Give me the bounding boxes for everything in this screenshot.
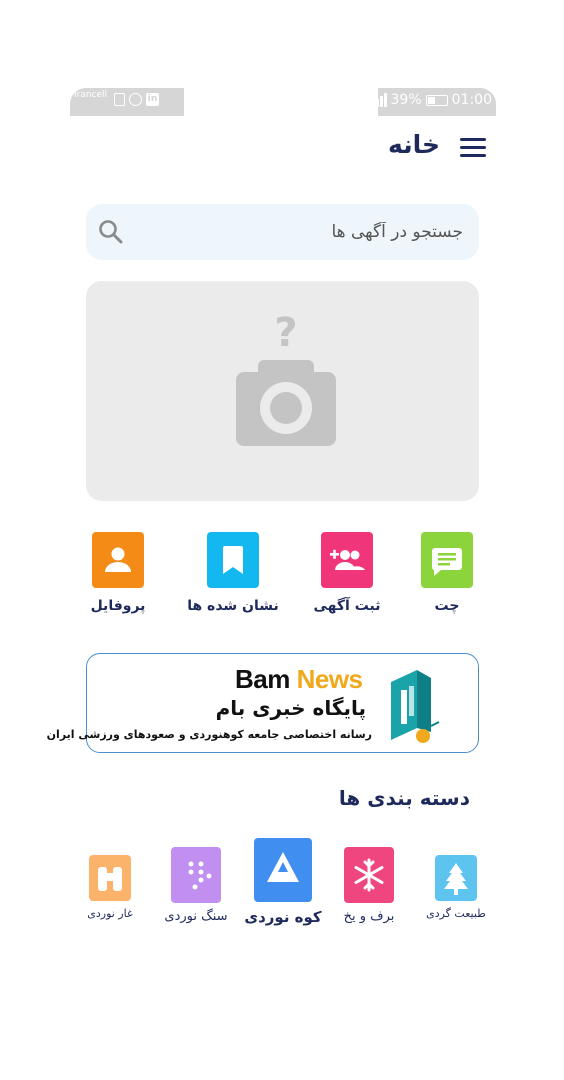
ad-title: پایگاه خبری بام (215, 696, 366, 720)
ad-brand: Bam News (235, 664, 363, 695)
quick-action-label: چت (434, 598, 460, 614)
category-label: طبیعت گردی (426, 907, 486, 920)
clipboard-icon (114, 93, 125, 106)
status-bar-notch (184, 88, 378, 116)
category-nature-tour[interactable]: طبیعت گردی (424, 855, 488, 920)
status-bar: Irancell in 39% 01:00 (70, 88, 496, 116)
notification-icons: in (114, 93, 159, 106)
ad-banner[interactable]: Bam News پایگاه خبری بام رسانه اختصاصی ج… (47, 653, 479, 753)
category-mountaineering[interactable]: کوه نوردی (243, 838, 323, 926)
person-icon (92, 532, 144, 588)
circle-icon (129, 93, 142, 106)
status-bar-right: 39% 01:00 (371, 88, 496, 116)
camera-question-icon: ? (236, 310, 336, 446)
signal-icon (371, 93, 387, 107)
quick-action-bookmarks[interactable]: نشان شده ها (178, 532, 288, 614)
bam-news-logo-icon (391, 670, 440, 743)
search-input[interactable] (143, 214, 463, 250)
search-bar[interactable] (86, 204, 479, 260)
category-caving[interactable]: غار نوردی (80, 855, 140, 920)
clock: 01:00 (451, 92, 492, 108)
linkedin-icon: in (146, 93, 159, 106)
ad-brand-part1: Bam (235, 664, 290, 694)
category-label: کوه نوردی (244, 908, 322, 926)
hamburger-menu-icon[interactable] (460, 138, 486, 160)
ad-brand-part2: News (296, 664, 363, 694)
quick-action-label: ثبت آگهی (313, 598, 381, 614)
category-label: غار نوردی (87, 907, 133, 920)
category-label: سنگ نوردی (164, 909, 228, 924)
quick-action-label: پروفایل (90, 598, 146, 614)
bookmark-icon (207, 532, 259, 588)
quick-action-chat[interactable]: چت (392, 532, 502, 614)
chat-icon (421, 532, 473, 588)
rock-holds-icon (171, 847, 221, 903)
battery-percent: 39% (390, 92, 422, 108)
snowflake-icon (344, 847, 394, 903)
category-rock-climbing[interactable]: سنگ نوردی (163, 847, 229, 924)
carrier-text: Irancell (74, 90, 108, 100)
search-icon[interactable] (98, 219, 124, 245)
binoculars-icon (89, 855, 131, 901)
carrier-label: Irancell (74, 90, 107, 100)
quick-action-label: نشان شده ها (187, 598, 279, 614)
tree-icon (435, 855, 477, 901)
svg-text:?: ? (274, 310, 297, 356)
ad-subtitle: رسانه اختصاصی جامعه کوهنوردی و صعودهای و… (46, 728, 372, 741)
quick-action-post-ad[interactable]: ثبت آگهی (292, 532, 402, 614)
status-bar-left: Irancell in (70, 88, 184, 116)
category-label: برف و یخ (343, 909, 395, 924)
page-title: خانه (388, 130, 440, 159)
mountain-icon (254, 838, 312, 902)
add-user-icon (321, 532, 373, 588)
category-snow-ice[interactable]: برف و یخ (336, 847, 402, 924)
battery-icon (425, 94, 448, 106)
categories-title: دسته بندی ها (338, 786, 470, 810)
quick-action-profile[interactable]: پروفایل (63, 532, 173, 614)
